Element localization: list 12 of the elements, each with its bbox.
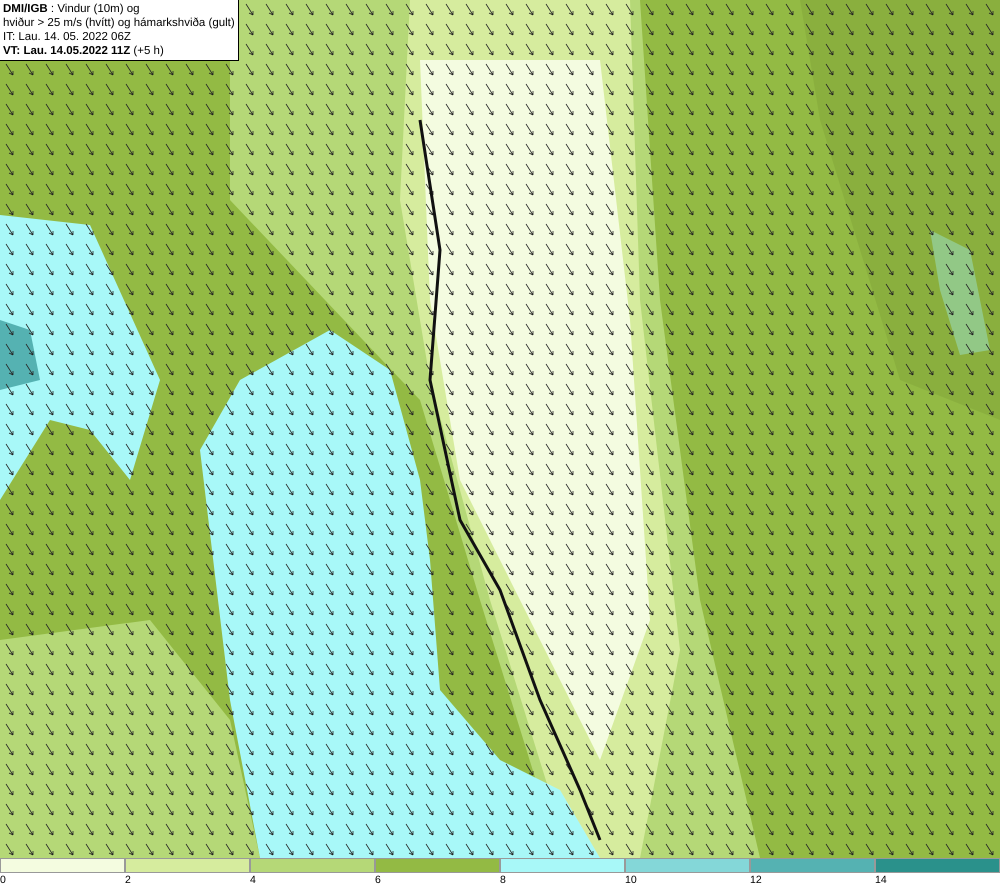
legend-tick-label: 12 [750, 874, 762, 886]
legend-tick-label: 2 [125, 874, 131, 886]
caption-line: hviður > 25 m/s (hvítt) og hámarkshviða (gult) [3, 16, 235, 30]
caption-line: IT: Lau. 14. 05. 2022 06Z [3, 30, 132, 44]
legend-tick-label: 0 [0, 874, 6, 886]
caption-line: DMI/IGB : Vindur (10m) og [3, 2, 141, 16]
legend-tick-label: 4 [250, 874, 256, 886]
legend-tick-label: 8 [500, 874, 506, 886]
legend-tick-label: 10 [625, 874, 637, 886]
caption-line: VT: Lau. 14.05.2022 11Z (+5 h) [3, 44, 165, 58]
legend-tick-label: 14 [875, 874, 887, 886]
legend-tick-label: 6 [375, 874, 381, 886]
